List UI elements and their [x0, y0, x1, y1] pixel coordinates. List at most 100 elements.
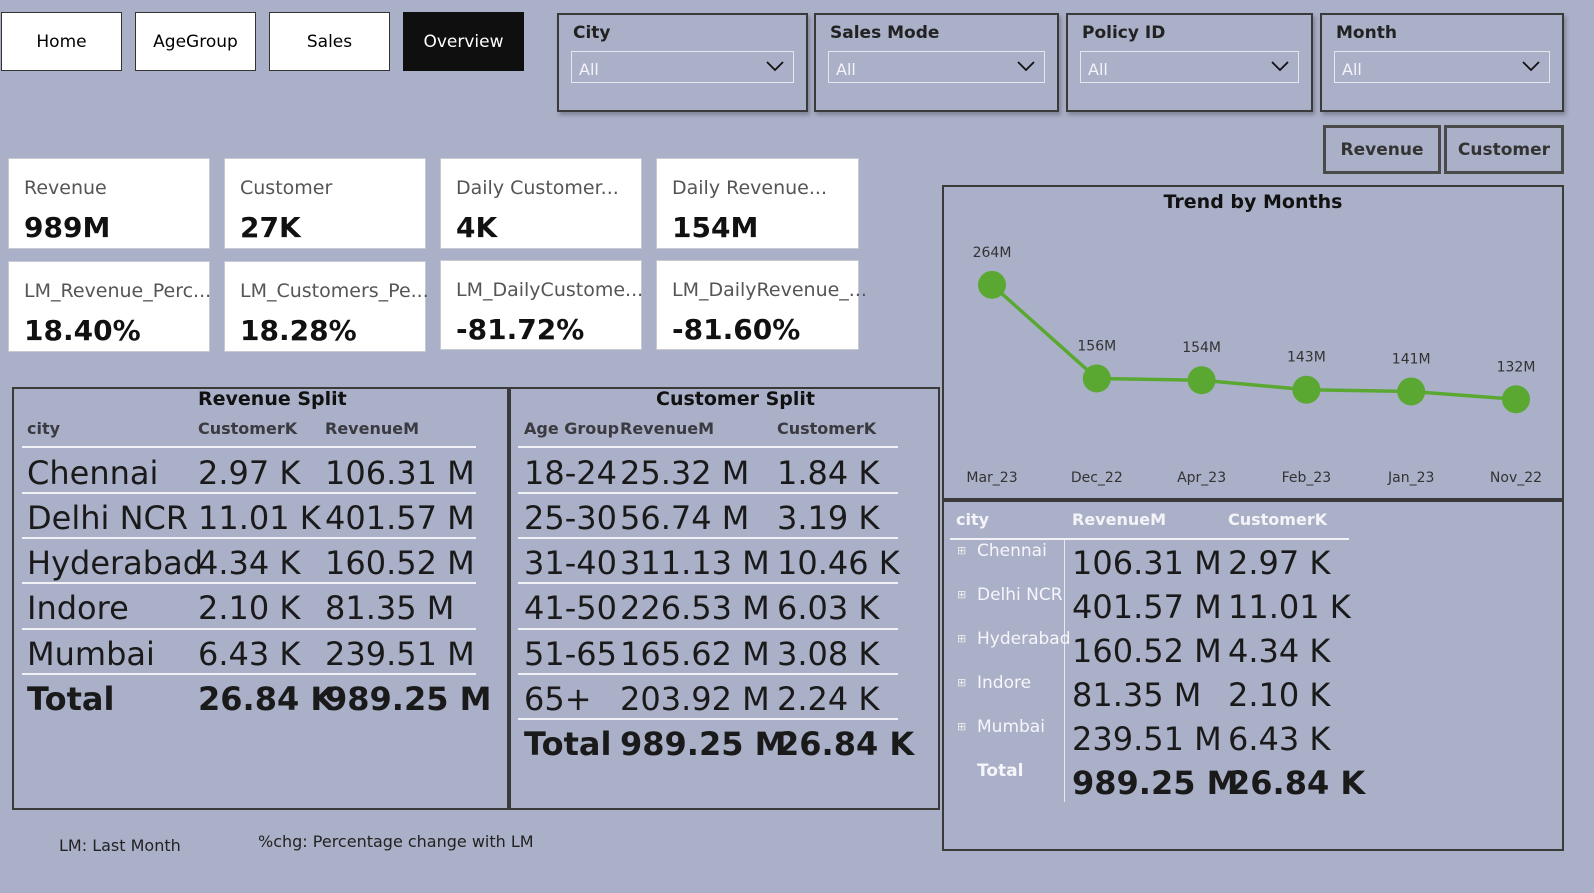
card-value: 27K [240, 211, 301, 244]
data-label: 141M [1392, 351, 1431, 367]
home-button[interactable]: Home [1, 12, 122, 71]
overview-button[interactable]: Overview [403, 12, 524, 71]
expand-icon[interactable]: ⊞ [957, 544, 966, 557]
row-divider [518, 537, 898, 539]
revenue-card: Revenue 989M [8, 158, 210, 249]
column-header[interactable]: city [27, 419, 60, 438]
column-header[interactable]: RevenueM [325, 419, 419, 438]
column-header[interactable]: Age Group [524, 419, 619, 438]
data-point [1292, 375, 1321, 404]
total-cell: Total [27, 680, 115, 718]
table-cell: 3.08 K [777, 635, 880, 673]
table-cell: 4.34 K [1228, 632, 1331, 670]
card-value: 18.28% [240, 314, 357, 347]
table-cell: 2.10 K [198, 589, 301, 627]
card-value: 989M [24, 211, 111, 244]
month-dropdown-value: All [1342, 60, 1362, 79]
table-cell: 2.10 K [1228, 676, 1331, 714]
column-header[interactable]: city [956, 510, 989, 529]
expand-icon[interactable]: ⊞ [957, 632, 966, 645]
column-header[interactable]: CustomerK [777, 419, 876, 438]
table-cell: 11.01 K [1228, 588, 1351, 626]
daily-revenue-card: Daily Revenue... 154M [656, 158, 859, 249]
policy-id-slicer-title: Policy ID [1082, 23, 1166, 43]
chg-note: %chg: Percentage change with LM [258, 832, 534, 851]
table-cell: 106.31 M [1072, 544, 1222, 582]
chevron-down-icon [1017, 61, 1035, 72]
month-slicer: Month All [1320, 13, 1564, 112]
card-value: -81.72% [456, 313, 585, 346]
policy-id-dropdown[interactable]: All [1080, 51, 1299, 83]
month-dropdown[interactable]: All [1334, 51, 1550, 83]
data-label: 132M [1497, 359, 1536, 375]
table-cell: 106.31 M [325, 454, 475, 492]
table-cell: 226.53 M [620, 589, 770, 627]
table-cell: 401.57 M [1072, 588, 1222, 626]
table-cell: 6.43 K [198, 635, 301, 673]
column-header[interactable]: CustomerK [1228, 510, 1327, 529]
card-value: 4K [456, 211, 498, 244]
expand-icon[interactable]: ⊞ [957, 676, 966, 689]
table-cell: 10.46 K [777, 544, 900, 582]
card-value: -81.60% [672, 313, 801, 346]
expand-icon[interactable]: ⊞ [957, 720, 966, 733]
table-cell: 160.52 M [1072, 632, 1222, 670]
total-cell: 26.84 K [1228, 764, 1366, 802]
total-cell: 989.25 M [325, 680, 492, 718]
column-header[interactable]: RevenueM [620, 419, 714, 438]
customer-toggle-button[interactable]: Customer [1444, 125, 1564, 174]
table-cell: 165.62 M [620, 635, 770, 673]
card-value: 154M [672, 211, 759, 244]
sales-mode-slicer: Sales Mode All [814, 13, 1059, 112]
column-header[interactable]: RevenueM [1072, 510, 1166, 529]
card-label: LM_DailyCustome... [456, 279, 644, 301]
table-cell: 65+ [524, 680, 592, 718]
row-divider [518, 446, 898, 448]
table-cell: 2.97 K [198, 454, 301, 492]
column-header[interactable]: CustomerK [198, 419, 297, 438]
table-cell: 25.32 M [620, 454, 750, 492]
policy-id-slicer: Policy ID All [1066, 13, 1313, 112]
chevron-down-icon [1522, 61, 1540, 72]
card-label: Daily Revenue... [672, 177, 827, 199]
table-cell: 11.01 K [198, 499, 321, 537]
table-cell: 81.35 M [325, 589, 455, 627]
sales-mode-dropdown-value: All [836, 60, 856, 79]
policy-id-dropdown-value: All [1088, 60, 1108, 79]
sales-button[interactable]: Sales [269, 12, 390, 71]
x-tick-label: Mar_23 [966, 470, 1017, 486]
total-cell: 989.25 M [620, 725, 787, 763]
table-cell: Hyderabad [27, 544, 203, 582]
card-label: Customer [240, 177, 333, 199]
data-label: 264M [973, 245, 1012, 261]
table-cell: Delhi NCR [27, 499, 189, 537]
data-point [1187, 366, 1216, 395]
x-tick-label: Apr_23 [1177, 470, 1226, 486]
city-dropdown[interactable]: All [571, 51, 794, 83]
card-value: 18.40% [24, 314, 141, 347]
row-divider [518, 673, 898, 675]
total-row-header: Total [977, 761, 1024, 781]
data-point [1082, 364, 1111, 393]
expand-icon[interactable]: ⊞ [957, 588, 966, 601]
table-cell: 31-40 [524, 544, 617, 582]
revenue-toggle-button[interactable]: Revenue [1323, 125, 1441, 174]
x-tick-label: Dec_22 [1071, 470, 1123, 486]
data-label: 143M [1287, 350, 1326, 366]
series-line [990, 283, 1517, 402]
table-cell: 81.35 M [1072, 676, 1202, 714]
row-divider [518, 628, 898, 630]
customer-split-title: Customer Split [656, 388, 815, 410]
customer-card: Customer 27K [224, 158, 426, 249]
table-cell: 6.43 K [1228, 720, 1331, 758]
month-slicer-title: Month [1336, 23, 1397, 43]
agegroup-button[interactable]: AgeGroup [135, 12, 256, 71]
table-cell: Chennai [27, 454, 159, 492]
table-cell: 25-30 [524, 499, 617, 537]
table-cell: 3.19 K [777, 499, 880, 537]
table-cell: 6.03 K [777, 589, 880, 627]
x-tick-label: Feb_23 [1282, 470, 1332, 486]
table-cell: 51-65 [524, 635, 617, 673]
sales-mode-dropdown[interactable]: All [828, 51, 1045, 83]
data-label: 156M [1077, 338, 1116, 354]
